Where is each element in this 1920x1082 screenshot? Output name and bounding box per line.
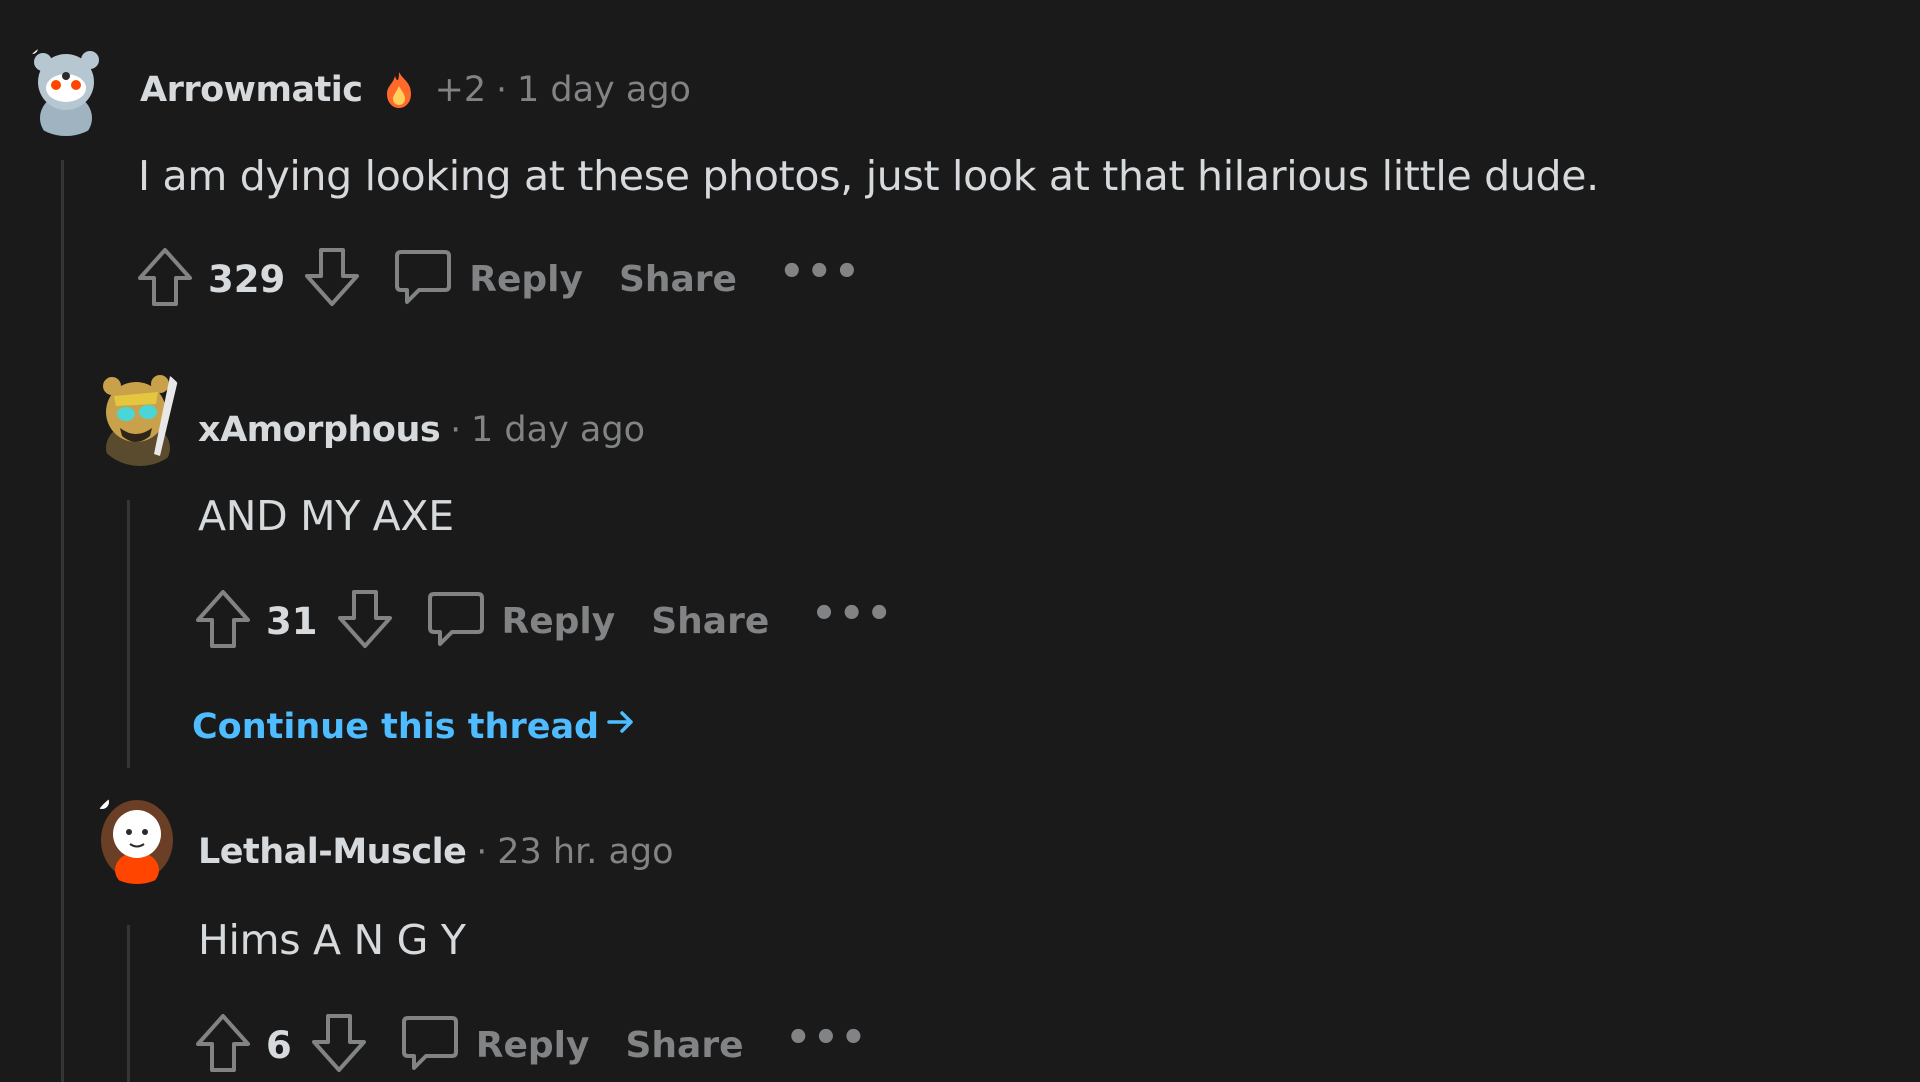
vote-count: 329 xyxy=(208,257,286,301)
comment-actions: 329 Reply Share ••• xyxy=(136,246,862,312)
thread-line-reply-2[interactable] xyxy=(127,925,130,1082)
reply-label: Reply xyxy=(501,600,616,642)
fire-award-icon[interactable] xyxy=(377,68,421,112)
separator-dot: · xyxy=(496,70,507,110)
username[interactable]: Arrowmatic xyxy=(140,70,363,110)
timestamp[interactable]: 23 hr. ago xyxy=(497,832,673,872)
upvote-icon[interactable] xyxy=(194,588,252,654)
comment-meta: Lethal-Muscle · 23 hr. ago xyxy=(198,832,674,872)
timestamp[interactable]: 1 day ago xyxy=(471,410,645,450)
reply-button[interactable]: Reply xyxy=(426,588,616,654)
username[interactable]: Lethal-Muscle xyxy=(198,832,467,872)
upvote-icon[interactable] xyxy=(194,1012,252,1078)
timestamp[interactable]: 1 day ago xyxy=(517,70,691,110)
downvote-icon[interactable] xyxy=(336,588,394,654)
more-options-icon[interactable]: ••• xyxy=(786,1015,869,1061)
comment-actions: 31 Reply Share ••• xyxy=(194,588,894,654)
reply-button[interactable]: Reply xyxy=(400,1012,590,1078)
snoo-avatar-icon xyxy=(90,790,184,884)
separator-dot: · xyxy=(476,832,488,872)
continue-thread-label: Continue this thread xyxy=(192,706,600,747)
award-count: +2 xyxy=(434,70,487,110)
comment-actions: 6 Reply Share ••• xyxy=(194,1012,868,1078)
avatar[interactable] xyxy=(90,790,184,884)
comment-bubble-icon xyxy=(426,588,486,654)
upvote-icon[interactable] xyxy=(136,246,194,312)
comment-body: AND MY AXE xyxy=(198,492,454,540)
share-button[interactable]: Share xyxy=(625,1025,743,1066)
comment-bubble-icon xyxy=(393,246,453,312)
separator-dot: · xyxy=(450,410,462,450)
vote-count: 31 xyxy=(266,599,318,643)
more-options-icon[interactable]: ••• xyxy=(779,249,862,295)
username[interactable]: xAmorphous xyxy=(198,410,441,450)
comment-body: I am dying looking at these photos, just… xyxy=(138,152,1599,200)
share-button[interactable]: Share xyxy=(619,259,737,300)
bear-avatar-icon xyxy=(90,366,190,466)
comment-body: Hims A N G Y xyxy=(198,916,466,964)
downvote-icon[interactable] xyxy=(303,246,361,312)
reply-label: Reply xyxy=(469,258,583,300)
vote-count: 6 xyxy=(266,1023,292,1067)
avatar[interactable] xyxy=(90,366,190,466)
share-button[interactable]: Share xyxy=(651,601,769,642)
arrow-right-icon xyxy=(605,706,637,747)
snoo-avatar-icon xyxy=(18,40,114,136)
reply-button[interactable]: Reply xyxy=(393,246,583,312)
downvote-icon[interactable] xyxy=(310,1012,368,1078)
thread-line-root[interactable] xyxy=(61,160,64,1082)
continue-thread-link[interactable]: Continue this thread xyxy=(192,706,637,747)
comment-meta: Arrowmatic +2 · 1 day ago xyxy=(140,68,691,112)
avatar[interactable] xyxy=(18,40,114,136)
thread-line-reply-1[interactable] xyxy=(127,500,130,768)
reply-label: Reply xyxy=(475,1024,590,1066)
comment-bubble-icon xyxy=(400,1012,460,1078)
comment-meta: xAmorphous · 1 day ago xyxy=(198,410,645,450)
more-options-icon[interactable]: ••• xyxy=(811,591,894,637)
